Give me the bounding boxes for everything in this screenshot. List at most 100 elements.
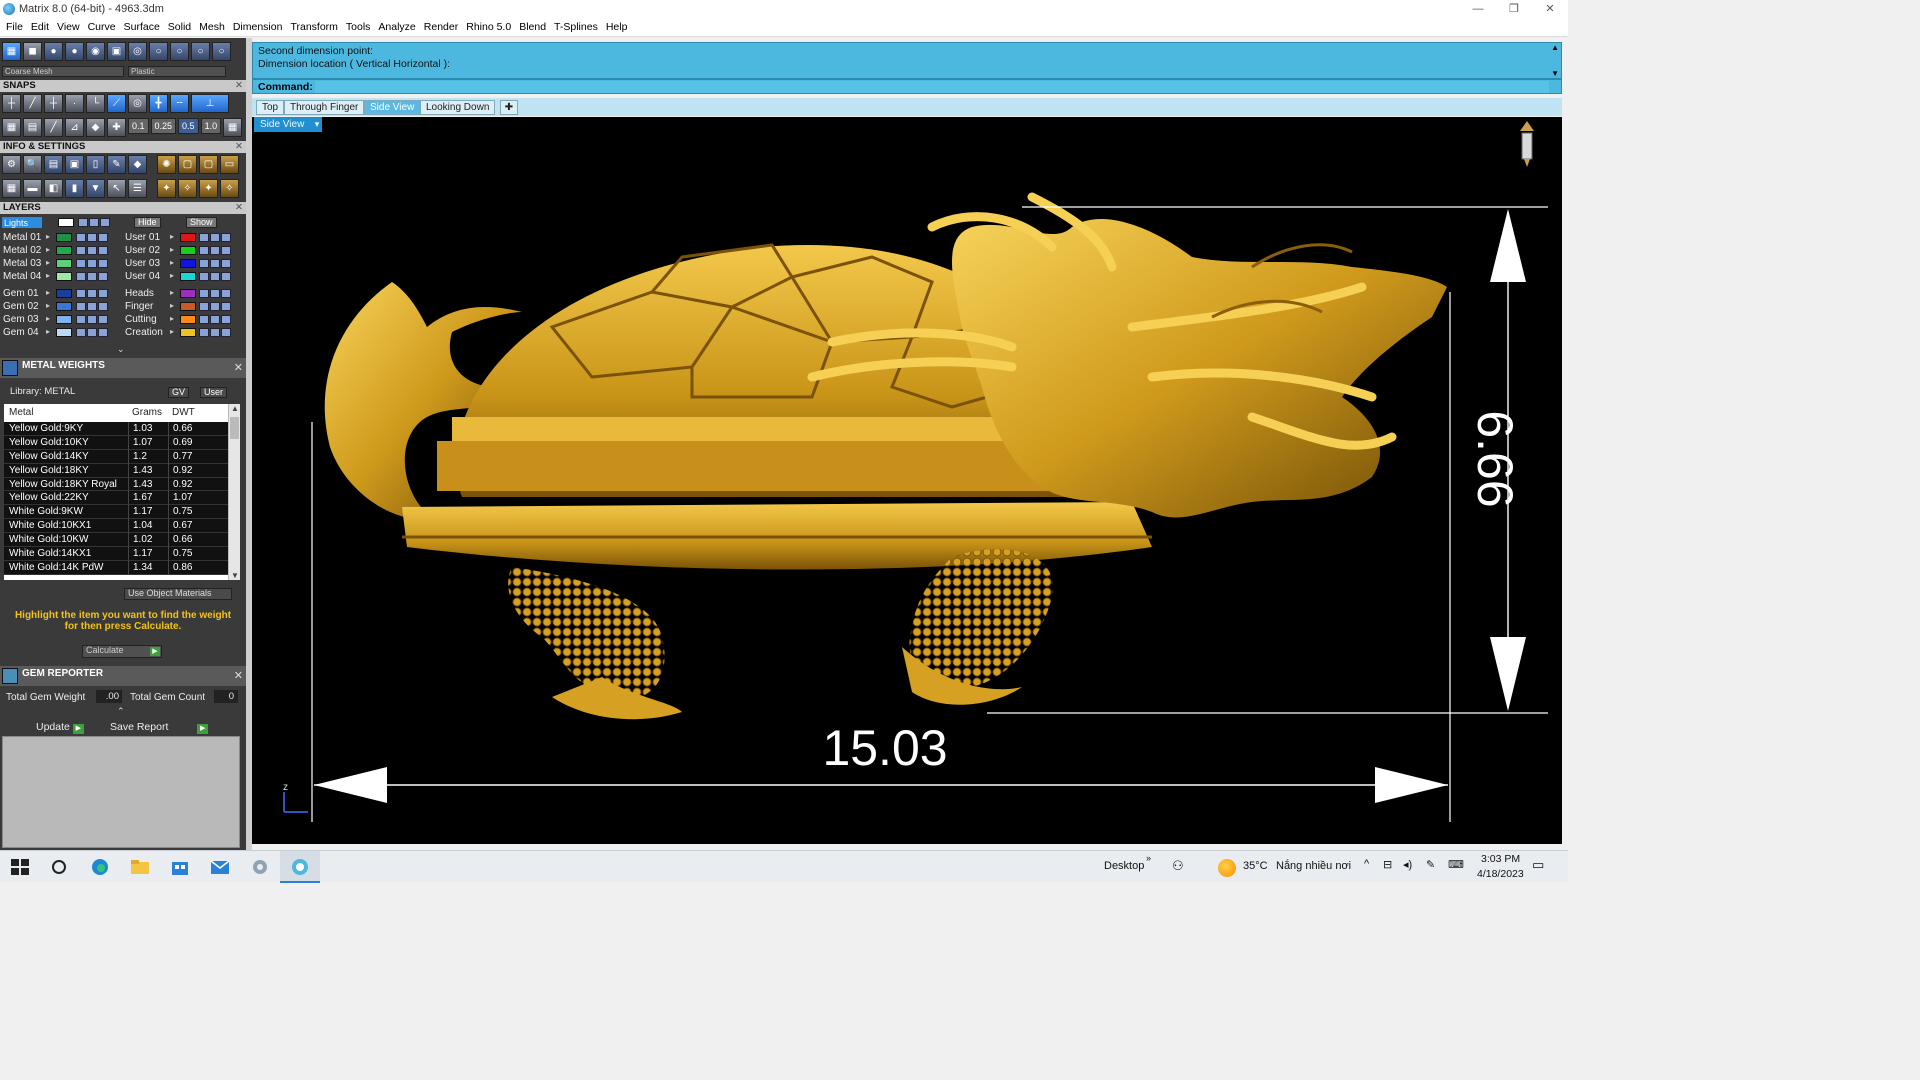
chevron-right-icon[interactable]: »: [1146, 853, 1151, 863]
layer-row-cutting[interactable]: Cutting: [125, 314, 157, 326]
table-row[interactable]: White Gold:14K PdW 1.34 0.86: [4, 560, 240, 575]
document-icon[interactable]: ▯: [86, 155, 105, 174]
settings-gear-icon[interactable]: ⚙: [2, 155, 21, 174]
table-scrollbar[interactable]: ▲ ▼: [228, 404, 240, 580]
tab-looking-down[interactable]: Looking Down: [420, 100, 496, 115]
tab-side-view[interactable]: Side View: [364, 100, 421, 115]
layer-expand-icon[interactable]: ▸: [170, 301, 174, 310]
render-light-icon[interactable]: ✺: [157, 155, 176, 174]
menu-analyze[interactable]: Analyze: [374, 21, 419, 33]
close-icon[interactable]: ✕: [235, 80, 243, 92]
layer-color-swatch[interactable]: [180, 289, 196, 298]
pen-icon[interactable]: ✎: [1426, 858, 1435, 871]
keyboard-icon[interactable]: ⌨: [1448, 858, 1464, 871]
light-torch-icon[interactable]: [1520, 121, 1534, 167]
layer-expand-icon[interactable]: ▸: [170, 327, 174, 336]
ortho-icon[interactable]: ⊥: [191, 94, 229, 113]
grid-snap-icon[interactable]: ▦: [2, 118, 21, 137]
weather-sun-icon[interactable]: [1218, 859, 1236, 877]
mesh-mode-select[interactable]: Coarse Mesh: [2, 66, 124, 77]
render-export-icon[interactable]: ▭: [220, 155, 239, 174]
command-input[interactable]: [315, 81, 1549, 93]
layer-color-swatch[interactable]: [56, 289, 72, 298]
menu-help[interactable]: Help: [602, 21, 632, 33]
layer-toggles[interactable]: [199, 315, 231, 324]
lights-layer-button[interactable]: Lights: [2, 217, 42, 228]
snap-grid-icon[interactable]: ┼: [2, 94, 21, 113]
menu-tsplines[interactable]: T-Splines: [550, 21, 602, 33]
menu-tools[interactable]: Tools: [342, 21, 375, 33]
notifications-icon[interactable]: ▭: [1532, 857, 1544, 873]
hide-all-button[interactable]: Hide: [134, 217, 161, 228]
minimize-button[interactable]: —: [1460, 0, 1496, 18]
layer-row-metal-01[interactable]: Metal 01: [3, 232, 41, 244]
close-icon[interactable]: ✕: [234, 669, 243, 682]
taskbar-matrix-button[interactable]: [280, 851, 320, 883]
shaded-icon[interactable]: ◼: [23, 42, 42, 61]
snap-increment-1[interactable]: 0.25: [150, 118, 177, 134]
network-icon[interactable]: ⊟: [1383, 858, 1392, 871]
column-grams[interactable]: Grams: [132, 407, 162, 418]
layer-expand-icon[interactable]: ▸: [46, 314, 50, 323]
tab-top[interactable]: Top: [256, 100, 285, 115]
properties-list-icon[interactable]: ☰: [128, 179, 147, 198]
table-row[interactable]: Yellow Gold:18KY Royal 1.43 0.92: [4, 477, 240, 492]
scroll-up-icon[interactable]: ▲: [1551, 43, 1559, 52]
snap-point-icon[interactable]: ·: [65, 94, 84, 113]
layer-toggles[interactable]: [199, 272, 231, 281]
layer-color-swatch[interactable]: [180, 302, 196, 311]
table-row[interactable]: Yellow Gold:22KY 1.67 1.07: [4, 491, 240, 506]
lights-color-swatch[interactable]: [58, 218, 74, 227]
layer-color-swatch[interactable]: [56, 259, 72, 268]
scroll-down-icon[interactable]: ▼: [1551, 69, 1559, 78]
add-tab-icon[interactable]: ✚: [500, 100, 518, 115]
layer-color-swatch[interactable]: [180, 233, 196, 242]
layer-color-swatch[interactable]: [180, 259, 196, 268]
close-icon[interactable]: ✕: [234, 361, 243, 374]
layer-row-metal-02[interactable]: Metal 02: [3, 245, 41, 257]
layer-row-finger[interactable]: Finger: [125, 301, 153, 313]
material-sphere-4-icon[interactable]: ○: [191, 42, 210, 61]
grid-options-icon[interactable]: ▦: [223, 118, 243, 137]
project-icon[interactable]: ╱: [44, 118, 63, 137]
table-row[interactable]: Yellow Gold:9KY 1.03 0.66: [4, 422, 240, 436]
layer-expand-icon[interactable]: ▸: [170, 288, 174, 297]
table-row[interactable]: White Gold:9KW 1.17 0.75: [4, 505, 240, 520]
layer-color-swatch[interactable]: [56, 315, 72, 324]
restore-button[interactable]: ❐: [1496, 0, 1532, 18]
table-row[interactable]: Yellow Gold:18KY 1.43 0.92: [4, 463, 240, 478]
layer-row-user-03[interactable]: User 03: [125, 258, 160, 270]
layer-expand-icon[interactable]: ▸: [46, 327, 50, 336]
gumball-icon[interactable]: ◆: [86, 118, 105, 137]
table-row[interactable]: Yellow Gold:10KY 1.07 0.69: [4, 435, 240, 450]
layer-expand-icon[interactable]: ▸: [46, 258, 50, 267]
menu-blend[interactable]: Blend: [515, 21, 550, 33]
menu-edit[interactable]: Edit: [27, 21, 53, 33]
calculate-button[interactable]: Calculate ▶: [82, 645, 162, 658]
menu-rhino[interactable]: Rhino 5.0: [462, 21, 515, 33]
desktop-toolbar-label[interactable]: Desktop: [1104, 860, 1144, 872]
app-gear-icon[interactable]: [249, 857, 271, 877]
search-icon[interactable]: [48, 857, 70, 877]
layer-toggles[interactable]: [76, 259, 108, 268]
collapse-arrow-icon[interactable]: ⌃: [117, 706, 125, 717]
menu-file[interactable]: File: [2, 21, 27, 33]
material-sphere-2-icon[interactable]: ○: [149, 42, 168, 61]
snap-near-icon[interactable]: ⟋: [107, 94, 126, 113]
wireframe-icon[interactable]: ▦: [2, 42, 21, 61]
layer-row-gem-02[interactable]: Gem 02: [3, 301, 39, 313]
box-icon[interactable]: ◧: [44, 179, 63, 198]
dragon-turtle-model[interactable]: [324, 192, 1447, 720]
layer-expand-icon[interactable]: ▸: [170, 232, 174, 241]
layer-expand-icon[interactable]: ▸: [46, 288, 50, 297]
layer-toggles[interactable]: [76, 315, 108, 324]
layer-color-swatch[interactable]: [56, 328, 72, 337]
layer-toggles[interactable]: [199, 328, 231, 337]
table-row[interactable]: White Gold:14KX1 1.17 0.75: [4, 547, 240, 562]
render-frame-icon[interactable]: ▢: [178, 155, 197, 174]
select-tool-icon[interactable]: ↖: [107, 179, 126, 198]
layer-expand-icon[interactable]: ▸: [46, 232, 50, 241]
layer-toggles[interactable]: [76, 289, 108, 298]
menu-curve[interactable]: Curve: [84, 21, 120, 33]
prong-tool-icon[interactable]: ✧: [178, 179, 197, 198]
